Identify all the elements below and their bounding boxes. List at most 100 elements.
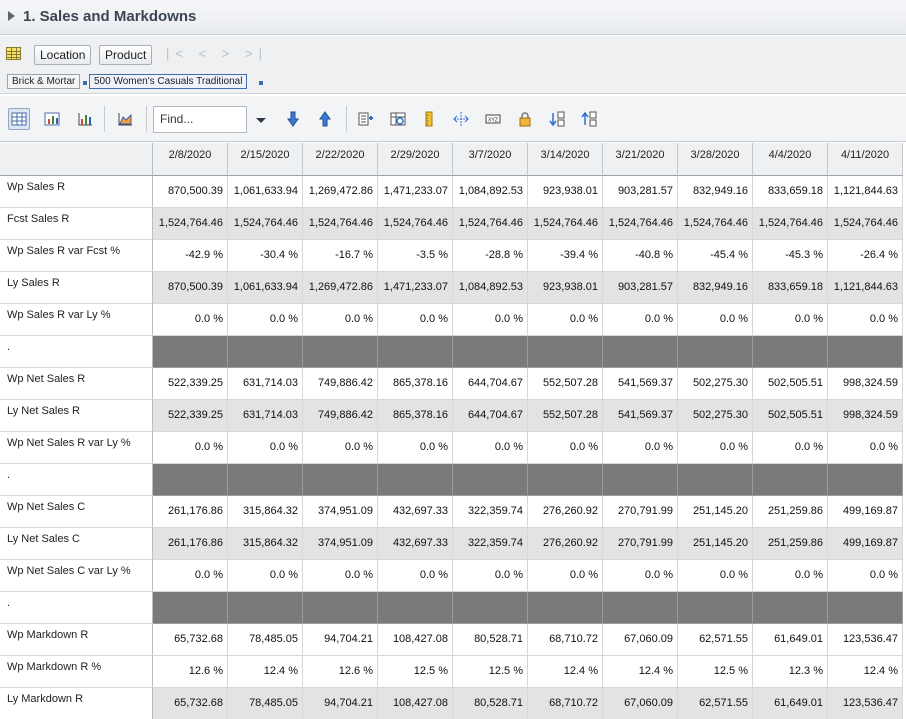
data-cell[interactable]: -16.7 %	[303, 240, 378, 272]
data-cell[interactable]: 0.0 %	[453, 560, 528, 592]
data-cell[interactable]: 374,951.09	[303, 496, 378, 528]
data-cell[interactable]: 322,359.74	[453, 496, 528, 528]
data-cell[interactable]: 499,169.87	[828, 496, 903, 528]
data-cell[interactable]: 0.0 %	[453, 304, 528, 336]
show-measures-icon[interactable]	[355, 108, 377, 130]
data-cell[interactable]: 94,704.21	[303, 624, 378, 656]
data-cell[interactable]: 67,060.09	[603, 624, 678, 656]
chip-handle-icon[interactable]	[259, 81, 263, 85]
data-cell[interactable]: 80,528.71	[453, 624, 528, 656]
column-header[interactable]: 2/8/2020	[153, 143, 228, 176]
data-cell[interactable]: 865,378.16	[378, 368, 453, 400]
arrow-down-icon[interactable]	[282, 108, 304, 130]
data-cell[interactable]: 0.0 %	[228, 432, 303, 464]
pivot-table-icon[interactable]	[6, 47, 21, 60]
data-cell[interactable]: 251,145.20	[678, 528, 753, 560]
data-cell[interactable]: 552,507.28	[528, 400, 603, 432]
row-label[interactable]: Wp Sales R var Fcst %	[0, 240, 153, 272]
data-cell[interactable]: 432,697.33	[378, 496, 453, 528]
data-cell[interactable]: 0.0 %	[378, 304, 453, 336]
data-cell[interactable]: 12.5 %	[378, 656, 453, 688]
data-cell[interactable]: 65,732.68	[153, 624, 228, 656]
row-label[interactable]: Fcst Sales R	[0, 208, 153, 240]
data-cell[interactable]: 833,659.18	[753, 272, 828, 304]
data-cell[interactable]: 123,536.47	[828, 624, 903, 656]
row-label[interactable]: Wp Sales R	[0, 176, 153, 208]
row-label[interactable]: .	[0, 336, 153, 368]
column-header[interactable]: 3/14/2020	[528, 143, 603, 176]
data-cell[interactable]: 251,145.20	[678, 496, 753, 528]
data-cell[interactable]: 998,324.59	[828, 368, 903, 400]
data-cell[interactable]: 12.6 %	[303, 656, 378, 688]
row-label[interactable]: Wp Markdown R %	[0, 656, 153, 688]
find-dropdown-icon[interactable]	[256, 118, 266, 123]
data-cell[interactable]: 0.0 %	[153, 304, 228, 336]
data-cell[interactable]: -26.4 %	[828, 240, 903, 272]
data-cell[interactable]: 108,427.08	[378, 688, 453, 719]
data-cell[interactable]: 62,571.55	[678, 624, 753, 656]
collapse-triangle-icon[interactable]	[8, 11, 15, 21]
data-cell[interactable]: 832,949.16	[678, 176, 753, 208]
data-cell[interactable]: -30.4 %	[228, 240, 303, 272]
column-header[interactable]: 3/21/2020	[603, 143, 678, 176]
data-cell[interactable]: 12.5 %	[453, 656, 528, 688]
sort-descending-icon[interactable]	[578, 108, 600, 130]
row-label[interactable]: Wp Net Sales R	[0, 368, 153, 400]
data-cell[interactable]: -42.9 %	[153, 240, 228, 272]
data-cell[interactable]: 0.0 %	[303, 432, 378, 464]
row-label[interactable]: Wp Net Sales C var Ly %	[0, 560, 153, 592]
data-cell[interactable]: 12.4 %	[528, 656, 603, 688]
data-cell[interactable]: 270,791.99	[603, 528, 678, 560]
data-cell[interactable]: 322,359.74	[453, 528, 528, 560]
data-cell[interactable]: 1,524,764.46	[828, 208, 903, 240]
data-cell[interactable]: 502,505.51	[753, 400, 828, 432]
data-cell[interactable]: -3.5 %	[378, 240, 453, 272]
data-cell[interactable]: 541,569.37	[603, 400, 678, 432]
column-header[interactable]: 2/15/2020	[228, 143, 303, 176]
find-input[interactable]: Find...	[153, 106, 247, 133]
data-cell[interactable]: 903,281.57	[603, 272, 678, 304]
data-cell[interactable]: 1,524,764.46	[453, 208, 528, 240]
data-cell[interactable]: 80,528.71	[453, 688, 528, 719]
data-cell[interactable]: 870,500.39	[153, 176, 228, 208]
data-cell[interactable]: 1,471,233.07	[378, 272, 453, 304]
data-cell[interactable]: 0.0 %	[528, 304, 603, 336]
data-cell[interactable]: 499,169.87	[828, 528, 903, 560]
data-cell[interactable]: 1,524,764.46	[303, 208, 378, 240]
data-cell[interactable]: 68,710.72	[528, 688, 603, 719]
data-cell[interactable]: 1,061,633.94	[228, 176, 303, 208]
data-cell[interactable]: 0.0 %	[153, 560, 228, 592]
row-label[interactable]: Ly Markdown R	[0, 688, 153, 719]
data-cell[interactable]: 1,471,233.07	[378, 176, 453, 208]
data-cell[interactable]: 1,524,764.46	[603, 208, 678, 240]
data-cell[interactable]: 78,485.05	[228, 688, 303, 719]
column-header[interactable]: 4/11/2020	[828, 143, 903, 176]
data-cell[interactable]: 276,260.92	[528, 496, 603, 528]
data-cell[interactable]: 0.0 %	[828, 560, 903, 592]
data-cell[interactable]: 12.6 %	[153, 656, 228, 688]
row-label[interactable]: Wp Markdown R	[0, 624, 153, 656]
split-icon[interactable]	[450, 108, 472, 130]
data-cell[interactable]: 0.0 %	[303, 560, 378, 592]
data-cell[interactable]: 1,121,844.63	[828, 176, 903, 208]
data-cell[interactable]: -45.3 %	[753, 240, 828, 272]
data-cell[interactable]: 0.0 %	[828, 432, 903, 464]
lock-icon[interactable]	[514, 108, 536, 130]
row-label[interactable]: Wp Net Sales C	[0, 496, 153, 528]
data-cell[interactable]: 631,714.03	[228, 368, 303, 400]
data-cell[interactable]: 251,259.86	[753, 528, 828, 560]
data-cell[interactable]: 833,659.18	[753, 176, 828, 208]
column-header[interactable]: 2/29/2020	[378, 143, 453, 176]
data-cell[interactable]: 0.0 %	[678, 432, 753, 464]
data-cell[interactable]: 0.0 %	[678, 304, 753, 336]
column-header[interactable]: 2/22/2020	[303, 143, 378, 176]
data-cell[interactable]: 923,938.01	[528, 176, 603, 208]
product-dimension-button[interactable]: Product	[99, 45, 153, 65]
location-dimension-button[interactable]: Location	[34, 45, 92, 65]
xyz-format-icon[interactable]: XYZ	[482, 108, 504, 130]
data-cell[interactable]: 0.0 %	[753, 560, 828, 592]
data-cell[interactable]: -39.4 %	[528, 240, 603, 272]
column-header[interactable]: 3/7/2020	[453, 143, 528, 176]
data-cell[interactable]: 1,524,764.46	[228, 208, 303, 240]
data-cell[interactable]: 108,427.08	[378, 624, 453, 656]
